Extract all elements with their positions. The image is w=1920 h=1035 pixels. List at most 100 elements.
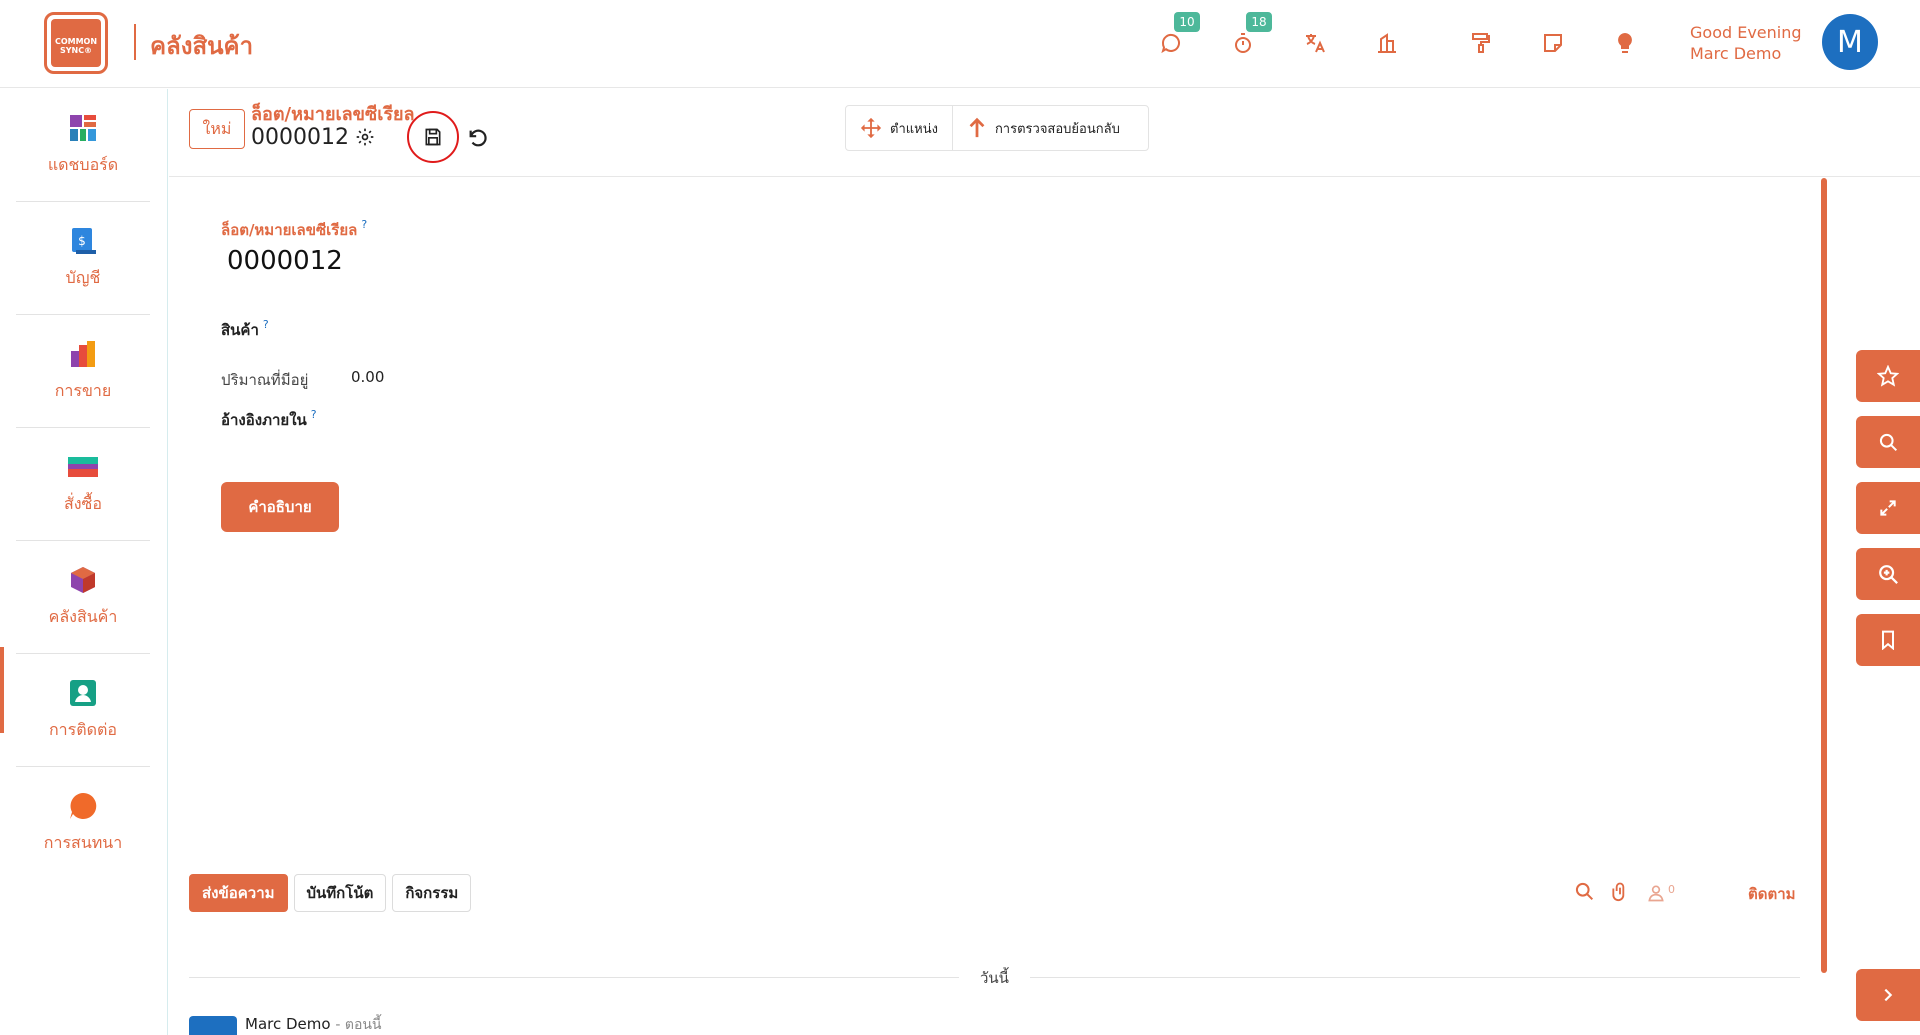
sidebar-item-label: แดชบอร์ด	[47, 154, 119, 174]
activities-button[interactable]: 18	[1228, 12, 1272, 58]
activity-button[interactable]: กิจกรรม	[392, 874, 472, 912]
discard-button[interactable]	[465, 125, 491, 151]
location-smart-button[interactable]: ตำแหน่ง	[846, 106, 952, 150]
user-avatar[interactable]: M	[1822, 14, 1878, 70]
top-navbar: COMMON SYNC® คลังสินค้า 10 18 Good Eveni…	[0, 0, 1920, 88]
sidebar-item-label: การติดต่อ	[48, 719, 118, 739]
send-message-button[interactable]: ส่งข้อความ	[189, 874, 288, 912]
paint-roller-icon	[1472, 33, 1490, 53]
search-icon	[1879, 433, 1898, 452]
dashboard-icon	[70, 114, 96, 141]
user-name: Marc Demo	[1690, 44, 1782, 63]
translate-icon	[1306, 34, 1325, 53]
notes-button[interactable]	[1538, 28, 1568, 58]
message-author[interactable]: Marc Demo	[245, 1015, 331, 1033]
attachments-button[interactable]	[1610, 880, 1630, 906]
favorite-button[interactable]	[1856, 350, 1920, 402]
search-float-button[interactable]	[1856, 416, 1920, 468]
help-tooltip-icon[interactable]: ?	[361, 218, 367, 231]
contacts-icon	[70, 679, 96, 706]
description-tab-button[interactable]: คำอธิบาย	[221, 482, 339, 532]
sidebar-item-purchase[interactable]: สั่งซื้อ	[16, 428, 150, 541]
followers-count: 0	[1668, 883, 1675, 896]
record-actions-button[interactable]	[355, 127, 377, 149]
bookmark-button[interactable]	[1856, 614, 1920, 666]
form-sheet: ล็อต/หมายเลขซีเรียล? 0000012 สินค้า? ปริ…	[169, 178, 1819, 858]
sidebar-item-discuss[interactable]: การสนทนา	[16, 767, 150, 880]
chatter-search-button[interactable]	[1574, 881, 1594, 905]
move-arrows-icon	[860, 117, 882, 139]
star-icon	[1877, 365, 1899, 387]
next-panel-button[interactable]	[1856, 969, 1920, 1021]
app-sidebar: แดชบอร์ด $ บัญชี การขาย สั่งซื้อ คลังสิน…	[0, 89, 168, 1035]
tips-button[interactable]	[1610, 28, 1640, 58]
date-divider-right	[1030, 977, 1800, 978]
sidebar-item-label: บัญชี	[65, 267, 101, 287]
sidebar-item-sales[interactable]: การขาย	[16, 315, 150, 428]
chatter-toolbar: ส่งข้อความ บันทึกโน้ต กิจกรรม	[189, 874, 472, 912]
sidebar-item-inventory[interactable]: คลังสินค้า	[16, 541, 150, 654]
smart-buttons: ตำแหน่ง การตรวจสอบย้อนกลับ	[845, 105, 1149, 151]
logo-separator	[134, 24, 136, 60]
followers-button[interactable]: 0	[1646, 883, 1675, 903]
floppy-disk-icon	[425, 128, 441, 146]
traceability-smart-button[interactable]: การตรวจสอบย้อนกลับ	[951, 106, 1134, 150]
activities-badge: 18	[1246, 12, 1272, 32]
building-icon	[1378, 33, 1396, 53]
theme-button[interactable]	[1466, 28, 1496, 58]
user-icon	[1648, 885, 1664, 902]
chevron-right-icon	[1884, 988, 1893, 1002]
sidebar-item-contacts[interactable]: การติดต่อ	[16, 654, 150, 767]
form-scrollbar[interactable]	[1821, 178, 1827, 973]
zoom-in-icon	[1879, 565, 1898, 584]
sidebar-item-label: การสนทนา	[43, 833, 123, 852]
chat-bubble-icon	[1161, 34, 1180, 54]
date-divider-left	[189, 977, 959, 978]
chatter-tools: 0	[1574, 880, 1675, 906]
internal-ref-field-label: อ้างอิงภายใน?	[221, 408, 317, 432]
user-greeting[interactable]: Good Evening Marc Demo	[1690, 22, 1802, 64]
zoom-button[interactable]	[1856, 548, 1920, 600]
app-logo[interactable]: COMMON SYNC®	[44, 12, 108, 74]
sales-icon	[71, 340, 95, 367]
app-title: คลังสินค้า	[150, 32, 254, 60]
help-tooltip-icon[interactable]: ?	[311, 408, 317, 421]
date-divider-label: วันนี้	[980, 969, 1009, 987]
lot-name-input[interactable]: 0000012	[227, 246, 343, 276]
help-tooltip-icon[interactable]: ?	[263, 318, 269, 331]
expand-icon	[1880, 500, 1896, 516]
svg-text:$: $	[78, 234, 86, 248]
sidebar-item-accounting[interactable]: $ บัญชี	[16, 202, 150, 315]
breadcrumb-current: 0000012	[251, 125, 349, 150]
greeting-text: Good Evening	[1690, 23, 1802, 42]
language-button[interactable]	[1300, 28, 1330, 58]
sidebar-item-dashboard[interactable]: แดชบอร์ด	[16, 89, 150, 202]
product-label-text: สินค้า	[221, 321, 259, 339]
messages-badge: 10	[1174, 12, 1200, 32]
search-icon	[1575, 882, 1594, 901]
message-author-avatar[interactable]	[189, 1016, 237, 1035]
company-switch-button[interactable]	[1372, 28, 1402, 58]
message-time: - ตอนนี้	[335, 1017, 382, 1033]
smart-button-label: การตรวจสอบย้อนกลับ	[994, 121, 1120, 137]
messages-button[interactable]: 10	[1156, 12, 1200, 58]
lot-label-text: ล็อต/หมายเลขซีเรียล	[221, 221, 358, 239]
expand-button[interactable]	[1856, 482, 1920, 534]
arrow-up-icon	[969, 117, 985, 138]
follow-button[interactable]: ติดตาม	[1748, 882, 1796, 906]
purchase-icon	[68, 456, 98, 477]
control-panel: ใหม่ ล็อต/หมายเลขซีเรียล 0000012 ตำแหน่ง…	[169, 89, 1920, 177]
log-note-button[interactable]: บันทึกโน้ต	[293, 874, 387, 912]
discuss-icon	[70, 792, 97, 819]
logo-text: COMMON SYNC®	[51, 19, 101, 67]
save-button[interactable]	[407, 111, 459, 163]
accounting-icon: $	[72, 227, 96, 254]
new-button[interactable]: ใหม่	[189, 109, 245, 149]
breadcrumb-parent[interactable]: ล็อต/หมายเลขซีเรียล	[251, 99, 415, 128]
quantity-label: ปริมาณที่มีอยู่	[221, 371, 309, 389]
sidebar-item-label: สั่งซื้อ	[63, 493, 103, 513]
internal-ref-label-text: อ้างอิงภายใน	[221, 411, 307, 429]
message-header: Marc Demo - ตอนนี้	[245, 1014, 382, 1035]
smart-button-label: ตำแหน่ง	[890, 121, 938, 137]
inventory-icon	[71, 566, 95, 593]
